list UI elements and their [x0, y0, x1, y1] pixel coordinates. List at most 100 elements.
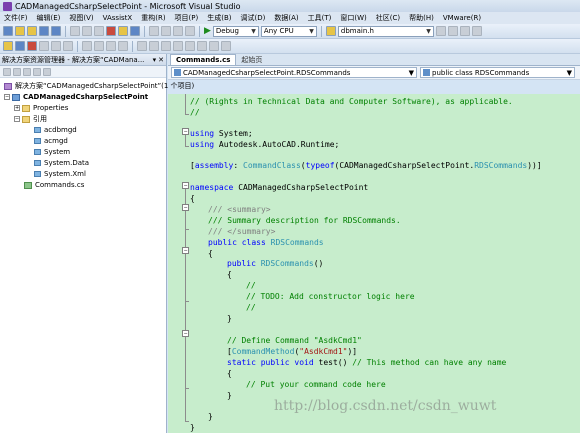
- collapse-region-icon[interactable]: −: [182, 247, 189, 254]
- menu-window[interactable]: 窗口(W): [340, 13, 366, 23]
- outline-icon[interactable]: [130, 26, 140, 36]
- menu-refactor[interactable]: 重构(R): [141, 13, 165, 23]
- bookmark-clear-icon[interactable]: [173, 41, 183, 51]
- close-icon[interactable]: ✕: [158, 56, 164, 64]
- members-dropdown-value: public class RDSCommands: [432, 68, 530, 77]
- outline-guide: [185, 388, 189, 389]
- bookmark-toggle-icon[interactable]: [137, 41, 147, 51]
- code-line: {: [227, 270, 232, 279]
- show-all-files-icon[interactable]: [13, 67, 21, 76]
- properties-icon[interactable]: [3, 67, 11, 76]
- menu-edit[interactable]: 编辑(E): [37, 13, 61, 23]
- types-dropdown[interactable]: CADManagedCsharpSelectPoint.RDSCommands …: [171, 67, 417, 78]
- menu-community[interactable]: 社区(C): [376, 13, 400, 23]
- uncomment-icon[interactable]: [118, 41, 128, 51]
- indent-icon[interactable]: [82, 41, 92, 51]
- chevron-down-icon: ▼: [566, 68, 572, 77]
- code-text-area[interactable]: − − − − − // (Rights in Technical Data a…: [168, 94, 580, 433]
- collapse-region-icon[interactable]: −: [182, 128, 189, 135]
- menu-vmware[interactable]: VMware(R): [443, 14, 481, 22]
- pin-icon[interactable]: ▾: [153, 56, 157, 64]
- bookmark-doc-next-icon[interactable]: [221, 41, 231, 51]
- outdent-icon[interactable]: [94, 41, 104, 51]
- platform-value: Any CPU: [263, 27, 294, 35]
- solution-configuration-select[interactable]: Debug ▼: [212, 25, 259, 37]
- tree-item-project[interactable]: − CADManagedCsharpSelectPoint: [4, 92, 148, 102]
- tab-commands-cs[interactable]: Commands.cs: [170, 54, 237, 65]
- vassistx-icon[interactable]: [27, 41, 37, 51]
- tree-item-solution[interactable]: 解决方案“CADManagedCsharpSelectPoint”(1 个项目): [4, 81, 194, 91]
- code-line-namespace: namespace CADManagedCsharpSelectPoint: [190, 183, 369, 192]
- bookmark-next-icon[interactable]: [161, 41, 171, 51]
- solution-platform-select[interactable]: Any CPU ▼: [260, 25, 317, 37]
- menu-vassistx[interactable]: VAssistX: [103, 14, 133, 22]
- tree-item-references[interactable]: − 引用: [14, 114, 47, 124]
- refresh-icon[interactable]: [23, 67, 31, 76]
- cut-icon[interactable]: [70, 26, 80, 36]
- tree-item-reference[interactable]: System.Data: [34, 158, 89, 168]
- collapse-icon[interactable]: −: [4, 94, 10, 100]
- outline-guide: [185, 189, 186, 421]
- tree-item-reference[interactable]: System.Xml: [34, 169, 86, 179]
- expand-icon[interactable]: +: [14, 105, 20, 111]
- menu-build[interactable]: 生成(B): [207, 13, 231, 23]
- code-line-comment: // TODO: Add constructor logic here: [246, 292, 415, 301]
- outline-guide: [185, 146, 189, 147]
- tab-start-page[interactable]: 起始页: [236, 54, 267, 65]
- vassistx-forward-icon[interactable]: [63, 41, 73, 51]
- paste-icon[interactable]: [94, 26, 104, 36]
- navigate-back-icon[interactable]: [173, 26, 183, 36]
- copy-icon[interactable]: [82, 26, 92, 36]
- tree-item-commands-cs[interactable]: Commands.cs: [24, 180, 84, 190]
- bookmark-folder-prev-icon[interactable]: [185, 41, 195, 51]
- undo-icon[interactable]: [149, 26, 159, 36]
- new-project-icon[interactable]: [3, 26, 13, 36]
- save-all-icon[interactable]: [51, 26, 61, 36]
- vassistx-find-symbol-icon[interactable]: [15, 41, 25, 51]
- menu-project[interactable]: 项目(P): [175, 13, 199, 23]
- find-in-files-icon[interactable]: [325, 26, 336, 36]
- vassistx-back-icon[interactable]: [51, 41, 61, 51]
- menu-debug[interactable]: 调试(D): [241, 13, 266, 23]
- bookmark-doc-prev-icon[interactable]: [209, 41, 219, 51]
- delete-icon[interactable]: [106, 26, 116, 36]
- tree-item-reference[interactable]: acdbmgd: [34, 125, 77, 135]
- find-icon[interactable]: [118, 26, 128, 36]
- bookmark-folder-next-icon[interactable]: [197, 41, 207, 51]
- bookmark-prev-icon[interactable]: [149, 41, 159, 51]
- document-tabs: Commands.cs 起始页: [168, 54, 580, 66]
- collapse-region-icon[interactable]: −: [182, 330, 189, 337]
- redo-icon[interactable]: [161, 26, 171, 36]
- outline-guide: [185, 421, 189, 422]
- start-debugging-icon[interactable]: ▶: [204, 26, 211, 36]
- tree-item-reference[interactable]: System: [34, 147, 70, 157]
- members-dropdown[interactable]: public class RDSCommands ▼: [420, 67, 575, 78]
- vassistx-open-file-icon[interactable]: [3, 41, 13, 51]
- menu-file[interactable]: 文件(F): [4, 13, 28, 23]
- properties-window-icon[interactable]: [459, 26, 470, 36]
- open-file-icon[interactable]: [27, 26, 37, 36]
- find-combo[interactable]: dbmain.h ▼: [337, 25, 434, 37]
- tree-item-reference[interactable]: acmgd: [34, 136, 68, 146]
- collapse-region-icon[interactable]: −: [182, 182, 189, 189]
- navigate-forward-icon[interactable]: [185, 26, 195, 36]
- menu-help[interactable]: 帮助(H): [409, 13, 434, 23]
- vassistx-goto-icon[interactable]: [39, 41, 49, 51]
- collapse-region-icon[interactable]: −: [182, 204, 189, 211]
- toolbox-icon[interactable]: [471, 26, 482, 36]
- view-code-icon[interactable]: [33, 67, 41, 76]
- save-icon[interactable]: [39, 26, 49, 36]
- tree-item-properties[interactable]: + Properties: [14, 103, 68, 113]
- collapse-icon[interactable]: −: [14, 116, 20, 122]
- comment-icon[interactable]: [106, 41, 116, 51]
- toolbar-separator: [77, 40, 78, 52]
- add-item-icon[interactable]: [15, 26, 25, 36]
- menu-view[interactable]: 视图(V): [69, 13, 93, 23]
- solution-explorer-icon[interactable]: [447, 26, 458, 36]
- view-designer-icon[interactable]: [43, 67, 51, 76]
- find-next-icon[interactable]: [435, 26, 446, 36]
- menu-data[interactable]: 数据(A): [274, 13, 298, 23]
- menu-tools[interactable]: 工具(T): [308, 13, 332, 23]
- code-line: {: [190, 194, 195, 203]
- toolbar-separator: [320, 25, 322, 37]
